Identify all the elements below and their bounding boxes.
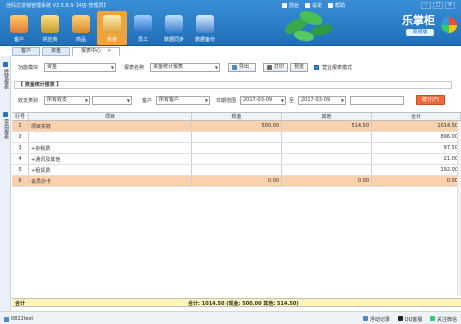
status-actions: 浮动记录 QQ客服 关注微信 <box>363 316 457 323</box>
print-icon <box>267 65 272 70</box>
backup-icon <box>196 15 214 33</box>
chevron-down-icon: ▼ <box>280 98 284 103</box>
totals-bar: 合计 合计: 1014.50 (现金: 500.00 其他: 514.50) <box>12 298 461 307</box>
table-scrollbar[interactable] <box>457 121 461 296</box>
report-name-label: 报表名称 <box>124 65 145 71</box>
count-button[interactable]: 统计(F) <box>416 95 445 105</box>
status-user: 0822test <box>4 316 33 322</box>
brand-name: 乐掌柜 <box>402 14 435 27</box>
maximize-button[interactable]: □ <box>433 2 443 9</box>
module-select[interactable]: 资金 ▼ <box>44 63 116 72</box>
filter-row: 收支类别 所有收支 ▼ ▼ 客户 所有客户 ▼ 日期范围 2017-03-09 ▼ 至… <box>18 95 458 105</box>
record-icon <box>363 316 369 321</box>
tab-funds[interactable]: 资金 <box>42 47 71 56</box>
nav-backup[interactable]: 数据备份 <box>190 11 220 45</box>
chevron-down-icon: ▼ <box>84 98 88 103</box>
customer-icon <box>10 15 28 33</box>
minimize-button[interactable]: – <box>421 2 431 9</box>
qq-icon <box>397 316 403 321</box>
status-bar: 0822test 浮动记录 QQ客服 关注微信 <box>0 311 461 324</box>
table-row[interactable]: 3 +杂税费 97.50 <box>12 143 461 154</box>
brand-edition: 高级版 <box>406 29 434 36</box>
status-qq-link[interactable]: QQ客服 <box>397 316 422 323</box>
report-selector-row: 功能模块 资金 ▼ 报表名称 资金统计报表 ▼ 导出 打印 预览 ✓ 营业报表模式 <box>18 63 458 72</box>
export-button[interactable]: 导出 <box>228 63 256 72</box>
section-title: 【 资金统计报表 】 <box>14 81 452 89</box>
report-icon <box>3 112 8 117</box>
report-name-select[interactable]: 资金统计报表 ▼ <box>150 63 220 72</box>
plant-decoration <box>285 11 333 42</box>
goods-icon <box>72 15 90 33</box>
table-row[interactable]: 4 +通讯及其他 21.00 <box>12 154 461 165</box>
supplier-icon <box>41 15 59 33</box>
nav-funds[interactable]: 资金 <box>97 11 127 45</box>
type-sub-select[interactable]: ▼ <box>92 96 132 105</box>
close-icon[interactable]: × <box>107 48 111 55</box>
header-no: 行号 <box>12 113 29 120</box>
table-row[interactable]: 5 +租赁费 192.00 <box>12 165 461 176</box>
business-mode-label: 营业报表模式 <box>322 65 353 71</box>
page-tabs: 客户 资金 报表中心 × <box>12 47 121 56</box>
rail-item-business-report[interactable]: 经营报表 <box>2 62 9 89</box>
chevron-down-icon: ▼ <box>214 65 218 70</box>
nav-sync[interactable]: 数据同步 <box>159 11 189 45</box>
status-record-link[interactable]: 浮动记录 <box>363 316 390 323</box>
brand-logo-icon <box>441 17 457 33</box>
totals-label: 合计 <box>15 301 26 307</box>
app-header: 佳码达进销管理系统 V2.5.8.9【4店-管理员】 前台 设定 帮助 – □ … <box>0 0 461 46</box>
rail-item-common-report[interactable]: 常用报表 <box>2 112 9 139</box>
close-button[interactable]: × <box>445 2 455 9</box>
nav-supplier[interactable]: 供应商 <box>35 11 65 45</box>
table-row[interactable]: 1 项目实收 500.00 514.50 1014.50 <box>12 121 461 132</box>
print-button[interactable]: 打印 <box>263 63 288 72</box>
export-icon <box>232 65 237 70</box>
customer-select[interactable]: 所有客户 ▼ <box>156 96 210 105</box>
table-row[interactable]: 2 896.00 <box>12 132 461 143</box>
nav-customer[interactable]: 客户 <box>4 11 34 45</box>
status-wechat-link[interactable]: 关注微信 <box>430 316 457 323</box>
fund-report-table: 行号 项目 现金 其他 合计 1 项目实收 500.00 514.50 1014… <box>12 112 461 298</box>
funds-icon <box>103 15 121 33</box>
preview-button[interactable]: 预览 <box>290 63 308 72</box>
report-icon <box>3 62 8 67</box>
user-icon <box>4 316 9 322</box>
tab-report-center[interactable]: 报表中心 × <box>72 47 121 56</box>
totals-value: 合计: 1014.50 (现金: 500.00 其他: 514.50) <box>188 301 299 307</box>
module-label: 功能模块 <box>18 65 39 71</box>
left-rail: 经营报表 常用报表 <box>0 56 11 316</box>
staff-icon <box>134 15 152 33</box>
chevron-down-icon: ▼ <box>340 98 344 103</box>
business-mode-checkbox[interactable]: ✓ <box>314 65 319 70</box>
window-controls: – □ × <box>421 2 455 9</box>
date-range-label: 日期范围 <box>216 98 237 104</box>
date-separator: 至 <box>289 98 295 104</box>
main-nav: 客户 供应商 商品 资金 员工 数据同步 数据备份 <box>4 11 220 45</box>
window-title: 佳码达进销管理系统 V2.5.8.9【4店-管理员】 <box>6 3 109 9</box>
table-header: 行号 项目 现金 其他 合计 <box>12 113 461 121</box>
type-label: 收支类别 <box>18 98 39 104</box>
header-other: 其他 <box>282 113 372 120</box>
chevron-down-icon: ▼ <box>204 98 208 103</box>
chevron-down-icon: ▼ <box>110 65 114 70</box>
tab-customer[interactable]: 客户 <box>12 47 41 56</box>
nav-goods[interactable]: 商品 <box>66 11 96 45</box>
chevron-down-icon: ▼ <box>126 98 130 103</box>
header-project: 项目 <box>29 113 192 120</box>
keyword-field[interactable] <box>350 96 404 105</box>
customer-label: 客户 <box>142 98 153 104</box>
type-select[interactable]: 所有收支 ▼ <box>44 96 90 105</box>
date-to-field[interactable]: 2017-03-09 ▼ <box>298 96 346 105</box>
nav-staff[interactable]: 员工 <box>128 11 158 45</box>
table-row[interactable]: 6 会员办卡 0.00 0.00 0.00 <box>12 176 461 187</box>
sync-icon <box>165 15 183 33</box>
wechat-icon <box>430 316 436 321</box>
header-total: 合计 <box>372 113 461 120</box>
date-from-field[interactable]: 2017-03-09 ▼ <box>240 96 286 105</box>
header-cash: 现金 <box>192 113 282 120</box>
